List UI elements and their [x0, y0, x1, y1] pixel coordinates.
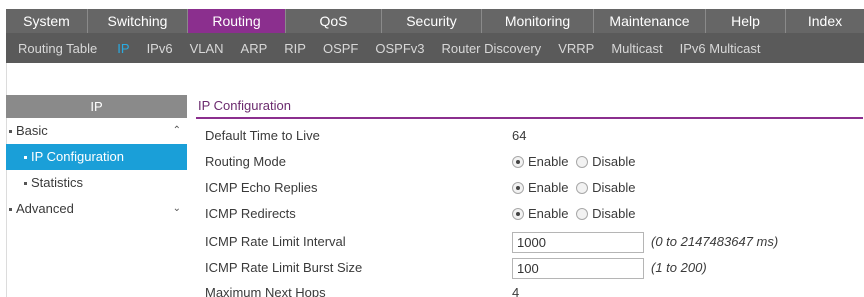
field-label: Default Time to Live [205, 128, 320, 143]
subnav-ip[interactable]: IP [117, 41, 129, 56]
subnav-ipv6-multicast[interactable]: IPv6 Multicast [680, 41, 761, 56]
routing-mode-disable-radio[interactable] [576, 156, 589, 168]
row-default-ttl: Default Time to Live 64 [196, 123, 864, 149]
row-rate-limit-interval: ICMP Rate Limit Interval (0 to 214748364… [196, 229, 864, 255]
radio-label: Enable [528, 206, 569, 221]
ttl-value: 64 [512, 128, 527, 143]
tab-qos[interactable]: QoS [286, 9, 382, 33]
subnav-arp[interactable]: ARP [241, 41, 268, 56]
row-max-next-hops: Maximum Next Hops 4 [196, 280, 864, 297]
radio-label: Disable [592, 180, 636, 195]
radio-label: Disable [592, 154, 636, 169]
section-title: IP Configuration [196, 95, 863, 119]
sub-nav: Routing Table IP IPv6 VLAN ARP RIP OSPF … [6, 33, 864, 63]
bullet-icon [24, 182, 27, 186]
radio-label: Disable [592, 206, 636, 221]
subnav-ipv6[interactable]: IPv6 [147, 41, 173, 56]
range-hint: (1 to 200) [651, 260, 707, 275]
subnav-vrrp[interactable]: VRRP [558, 41, 594, 56]
sidebar-item-ip-configuration[interactable]: IP Configuration [6, 144, 187, 170]
radio-label: Enable [528, 180, 569, 195]
subnav-ospfv3[interactable]: OSPFv3 [375, 41, 424, 56]
icmp-redirects-radio-group: Enable Disable [512, 201, 639, 227]
row-routing-mode: Routing Mode Enable Disable [196, 149, 864, 175]
icmp-redirects-disable-radio[interactable] [576, 208, 589, 220]
tab-monitoring[interactable]: Monitoring [482, 9, 594, 33]
tab-index[interactable]: Index [786, 9, 864, 33]
chevron-down-icon[interactable]: ⌄ [173, 196, 181, 222]
tab-routing[interactable]: Routing [188, 9, 286, 33]
routing-mode-enable-radio[interactable] [512, 156, 524, 168]
field-label: ICMP Redirects [205, 206, 296, 221]
top-strip [0, 0, 864, 7]
tab-security[interactable]: Security [382, 9, 482, 33]
sidebar-item-basic[interactable]: Basic ⌃ [6, 118, 187, 144]
subnav-rip[interactable]: RIP [284, 41, 306, 56]
icmp-echo-enable-radio[interactable] [512, 182, 524, 194]
icmp-redirects-enable-radio[interactable] [512, 208, 524, 220]
main-content: IP Configuration [196, 95, 864, 119]
sidebar-item-label: Advanced [16, 201, 74, 216]
sidebar-item-statistics[interactable]: Statistics [6, 170, 187, 196]
bullet-icon [24, 156, 27, 160]
main-nav: System Switching Routing QoS Security Mo… [6, 9, 864, 33]
sidebar-item-label: IP Configuration [31, 149, 124, 164]
tab-maintenance[interactable]: Maintenance [594, 9, 706, 33]
row-icmp-echo: ICMP Echo Replies Enable Disable [196, 175, 864, 201]
field-label: ICMP Rate Limit Burst Size [205, 260, 363, 275]
tab-switching[interactable]: Switching [88, 9, 188, 33]
icmp-echo-disable-radio[interactable] [576, 182, 589, 194]
bullet-icon [9, 130, 12, 134]
bullet-icon [9, 208, 12, 212]
subnav-vlan[interactable]: VLAN [190, 41, 224, 56]
subnav-ospf[interactable]: OSPF [323, 41, 358, 56]
field-label: Maximum Next Hops [205, 285, 326, 297]
subnav-router-discovery[interactable]: Router Discovery [441, 41, 541, 56]
range-hint: (0 to 2147483647 ms) [651, 234, 779, 249]
rate-limit-burst-input[interactable] [512, 258, 644, 279]
sidebar-item-label: Statistics [31, 175, 84, 190]
tab-help[interactable]: Help [706, 9, 786, 33]
sidebar-item-advanced[interactable]: Advanced ⌄ [6, 196, 187, 222]
routing-mode-radio-group: Enable Disable [512, 149, 639, 175]
max-hops-value: 4 [512, 285, 520, 297]
sidebar-item-label: Basic [16, 123, 48, 138]
rate-limit-interval-input[interactable] [512, 232, 644, 253]
icmp-echo-radio-group: Enable Disable [512, 175, 639, 201]
row-icmp-redirects: ICMP Redirects Enable Disable [196, 201, 864, 227]
sidebar-header: IP [6, 95, 187, 118]
field-label: Routing Mode [205, 154, 286, 169]
row-rate-limit-burst: ICMP Rate Limit Burst Size (1 to 200) [196, 255, 864, 281]
field-label: ICMP Echo Replies [205, 180, 318, 195]
field-label: ICMP Rate Limit Interval [205, 234, 346, 249]
chevron-up-icon[interactable]: ⌃ [173, 118, 181, 144]
subnav-routing-table[interactable]: Routing Table [18, 41, 97, 56]
radio-label: Enable [528, 154, 569, 169]
sidebar: IP Basic ⌃ IP Configuration Statistics A… [6, 95, 187, 222]
tab-system[interactable]: System [6, 9, 88, 33]
subnav-multicast[interactable]: Multicast [611, 41, 662, 56]
